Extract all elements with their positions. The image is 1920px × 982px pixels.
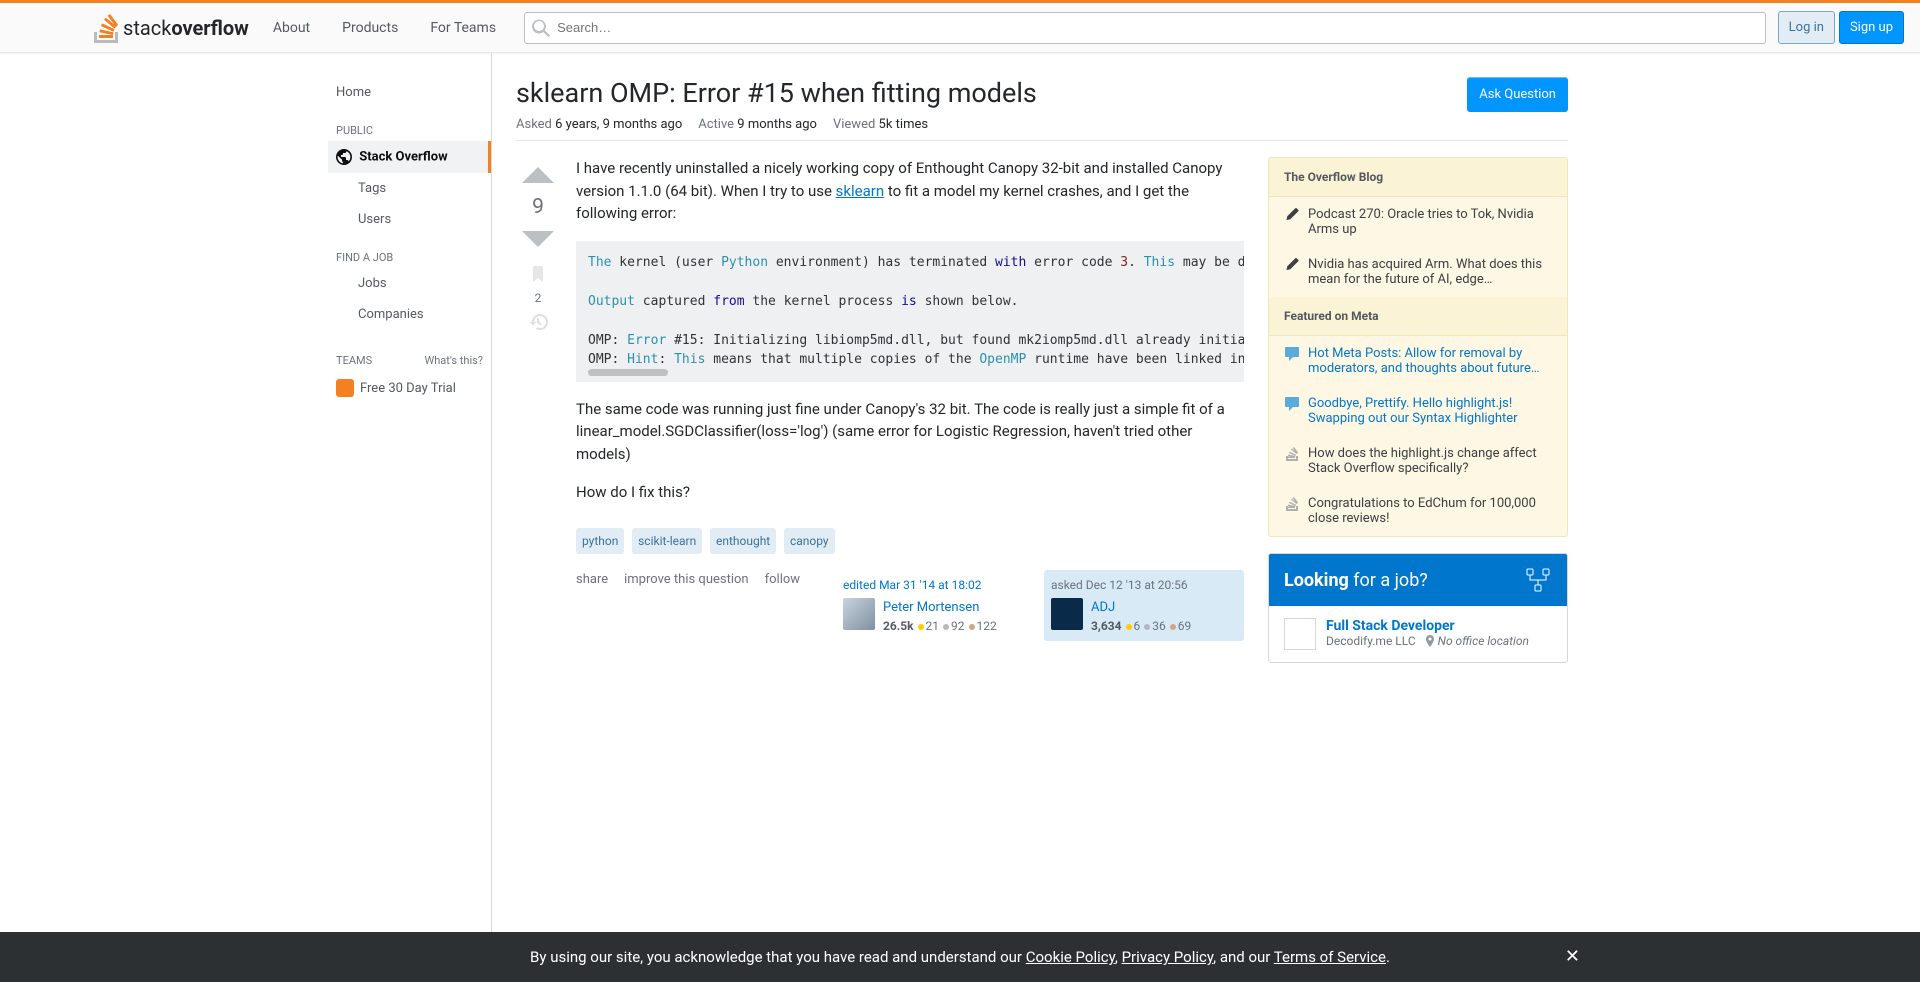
meta-item[interactable]: Hot Meta Posts: Allow for removal by mod… bbox=[1269, 336, 1567, 386]
vote-count: 9 bbox=[516, 195, 560, 219]
improve-link[interactable]: improve this question bbox=[624, 570, 748, 642]
cookie-policy-link[interactable]: Cookie Policy bbox=[1026, 948, 1115, 966]
login-button[interactable]: Log in bbox=[1778, 11, 1835, 44]
question-body: I have recently uninstalled a nicely wor… bbox=[576, 157, 1244, 641]
bookmark-count: 2 bbox=[516, 291, 560, 305]
meta-header: Featured on Meta bbox=[1269, 297, 1567, 336]
job-title[interactable]: Full Stack Developer bbox=[1326, 618, 1455, 634]
speech-icon bbox=[1284, 346, 1300, 362]
sidebar-stackoverflow[interactable]: Stack Overflow bbox=[328, 141, 491, 173]
globe-icon bbox=[336, 149, 352, 165]
logo[interactable]: stackoverflow bbox=[86, 13, 257, 43]
editor-card: edited Mar 31 '14 at 18:02 Peter Mortens… bbox=[836, 570, 1036, 642]
tag[interactable]: enthought bbox=[710, 528, 776, 554]
whats-this-link[interactable]: What's this? bbox=[424, 354, 483, 367]
question-tags: python scikit-learn enthought canopy bbox=[576, 528, 1244, 554]
edited-time[interactable]: edited Mar 31 '14 at 18:02 bbox=[843, 576, 1029, 594]
tos-link[interactable]: Terms of Service bbox=[1274, 948, 1386, 966]
briefcase-icon bbox=[336, 379, 354, 397]
sidebar-users[interactable]: Users bbox=[328, 204, 491, 235]
stackoverflow-icon bbox=[94, 13, 119, 43]
left-sidebar: Home PUBLIC Stack Overflow Tags Users FI… bbox=[328, 53, 492, 982]
signup-button[interactable]: Sign up bbox=[1839, 11, 1904, 44]
owner-name[interactable]: ADJ bbox=[1091, 600, 1115, 615]
meta-item[interactable]: How does the highlight.js change affect … bbox=[1269, 436, 1567, 486]
stackoverflow-mini-icon bbox=[1284, 496, 1300, 512]
meta-item[interactable]: Goodbye, Prettify. Hello highlight.js! S… bbox=[1269, 386, 1567, 436]
editor-name[interactable]: Peter Mortensen bbox=[883, 600, 979, 615]
downvote-button[interactable] bbox=[516, 221, 560, 257]
sidebar-home[interactable]: Home bbox=[328, 77, 491, 108]
speech-icon bbox=[1284, 396, 1300, 412]
cookie-banner: By using our site, you acknowledge that … bbox=[0, 932, 1920, 982]
main-content: sklearn OMP: Error #15 when fitting mode… bbox=[492, 53, 1592, 982]
nav-about[interactable]: About bbox=[261, 14, 322, 42]
asked-time: asked Dec 12 '13 at 20:56 bbox=[1051, 576, 1237, 594]
sidebar-findjob-label: FIND A JOB bbox=[328, 235, 491, 268]
share-link[interactable]: share bbox=[576, 570, 608, 642]
stackoverflow-mini-icon bbox=[1284, 446, 1300, 462]
sidebar-teams-label: TEAMS What's this? bbox=[328, 330, 491, 371]
sidebar-jobs[interactable]: Jobs bbox=[328, 268, 491, 299]
sidebar-companies[interactable]: Companies bbox=[328, 299, 491, 330]
tag[interactable]: scikit-learn bbox=[632, 528, 702, 554]
close-icon[interactable]: ✕ bbox=[1565, 946, 1580, 967]
code-block: The kernel (user Python environment) has… bbox=[576, 241, 1244, 382]
vote-column: 9 2 bbox=[516, 157, 576, 641]
sidebar-tags[interactable]: Tags bbox=[328, 173, 491, 204]
sidebar-public-label: PUBLIC bbox=[328, 108, 491, 141]
job-header: Looking for a job? bbox=[1269, 554, 1567, 606]
post-actions: share improve this question follow bbox=[576, 570, 800, 642]
owner-card: asked Dec 12 '13 at 20:56 ADJ 3,63463669 bbox=[1044, 570, 1244, 642]
search-icon bbox=[532, 19, 550, 37]
blog-header: The Overflow Blog bbox=[1269, 158, 1567, 197]
bookmark-button[interactable] bbox=[516, 265, 560, 287]
nav-for-teams[interactable]: For Teams bbox=[418, 14, 508, 42]
right-sidebar: The Overflow Blog Podcast 270: Oracle tr… bbox=[1268, 157, 1568, 663]
pencil-icon bbox=[1284, 207, 1300, 221]
network-icon bbox=[1524, 566, 1552, 594]
avatar[interactable] bbox=[1051, 598, 1083, 630]
search-input[interactable] bbox=[524, 12, 1766, 44]
search-wrap bbox=[524, 12, 1766, 44]
timeline-button[interactable] bbox=[516, 313, 560, 335]
follow-link[interactable]: follow bbox=[765, 570, 800, 642]
location-icon bbox=[1424, 635, 1436, 647]
job-avatar bbox=[1284, 618, 1316, 650]
blog-item[interactable]: Nvidia has acquired Arm. What does this … bbox=[1269, 247, 1567, 297]
meta-item[interactable]: Congratulations to EdChum for 100,000 cl… bbox=[1269, 486, 1567, 536]
sklearn-link[interactable]: sklearn bbox=[836, 182, 884, 200]
ask-question-button[interactable]: Ask Question bbox=[1467, 77, 1568, 112]
question-meta: Asked 6 years, 9 months ago Active 9 mon… bbox=[516, 117, 1568, 141]
community-bulletin: The Overflow Blog Podcast 270: Oracle tr… bbox=[1268, 157, 1568, 537]
avatar[interactable] bbox=[843, 598, 875, 630]
tag[interactable]: canopy bbox=[784, 528, 835, 554]
privacy-policy-link[interactable]: Privacy Policy bbox=[1122, 948, 1214, 966]
sidebar-trial[interactable]: Free 30 Day Trial bbox=[328, 371, 491, 405]
job-item[interactable]: Full Stack Developer Decodify.me LLC No … bbox=[1269, 606, 1567, 662]
job-box: Looking for a job? Full Stack Developer … bbox=[1268, 553, 1568, 663]
blog-item[interactable]: Podcast 270: Oracle tries to Tok, Nvidia… bbox=[1269, 197, 1567, 247]
upvote-button[interactable] bbox=[516, 157, 560, 193]
nav-products[interactable]: Products bbox=[330, 14, 410, 42]
tag[interactable]: python bbox=[576, 528, 624, 554]
header: stackoverflow About Products For Teams L… bbox=[0, 3, 1920, 53]
question-title: sklearn OMP: Error #15 when fitting mode… bbox=[516, 77, 1037, 109]
pencil-icon bbox=[1284, 257, 1300, 271]
